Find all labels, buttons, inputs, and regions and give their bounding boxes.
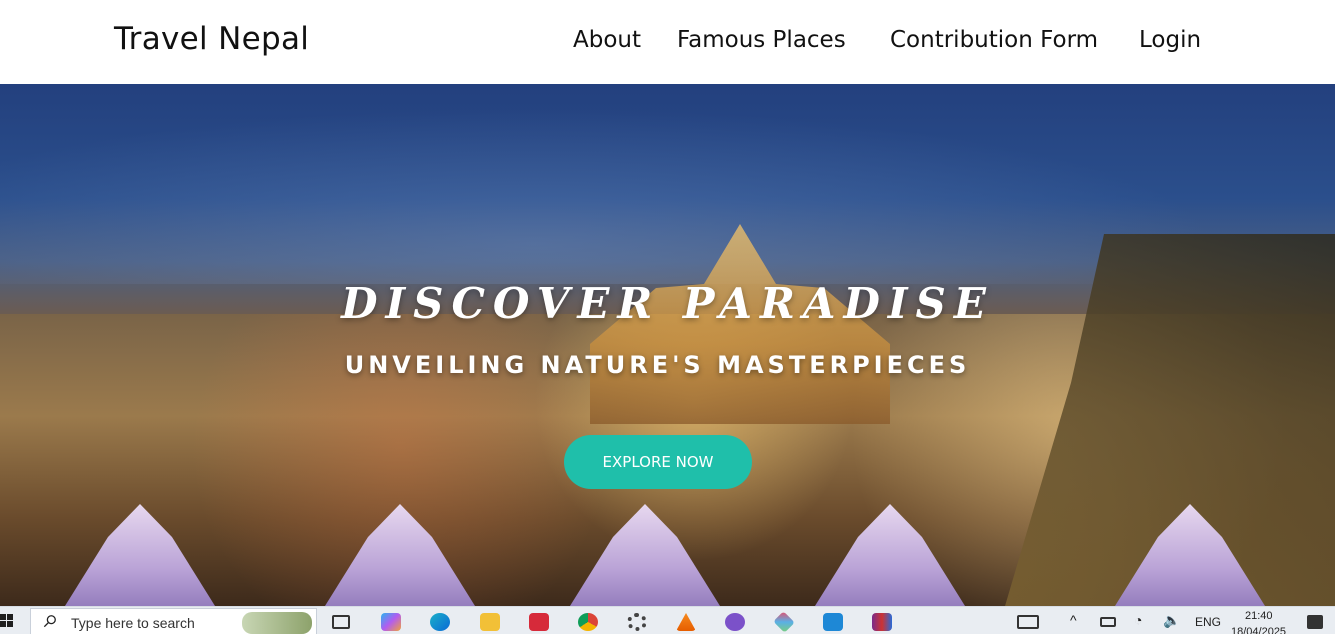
- site-brand[interactable]: Travel Nepal: [114, 21, 309, 57]
- battery-icon[interactable]: [1100, 617, 1116, 627]
- task-view-icon[interactable]: [332, 615, 350, 629]
- windows-taskbar: Type here to search ^ ◔ 🔈 ENG 21:40 18/0…: [0, 606, 1335, 634]
- volume-icon[interactable]: 🔈: [1163, 612, 1180, 629]
- hero-title: DISCOVER PARADISE: [341, 279, 994, 328]
- search-highlight-image: [242, 612, 312, 634]
- nav-about[interactable]: About: [573, 27, 641, 53]
- clock-date[interactable]: 18/04/2025: [1231, 626, 1286, 634]
- taskbar-search-box[interactable]: Type here to search: [30, 608, 317, 634]
- wifi-icon[interactable]: ◔: [1134, 612, 1142, 628]
- nav-contribution-form[interactable]: Contribution Form: [890, 27, 1098, 53]
- clock-time[interactable]: 21:40: [1245, 610, 1273, 622]
- explore-now-button[interactable]: EXPLORE NOW: [564, 435, 752, 489]
- file-explorer-icon[interactable]: [480, 613, 500, 631]
- copilot-icon[interactable]: [381, 613, 401, 631]
- chevron-up-icon[interactable]: ^: [1070, 612, 1077, 628]
- hero-subtitle: UNVEILING NATURE'S MASTERPIECES: [344, 351, 971, 379]
- nav-famous-places[interactable]: Famous Places: [677, 27, 846, 53]
- language-indicator[interactable]: ENG: [1195, 615, 1221, 629]
- nav-login[interactable]: Login: [1139, 27, 1201, 53]
- windows-start-icon[interactable]: [0, 614, 14, 628]
- viber-icon[interactable]: [725, 613, 745, 631]
- winrar-icon[interactable]: [872, 613, 892, 631]
- settings-icon[interactable]: [627, 613, 647, 631]
- edge-icon[interactable]: [430, 613, 450, 631]
- search-placeholder: Type here to search: [71, 615, 195, 631]
- notifications-icon[interactable]: [1307, 615, 1323, 629]
- site-header: Travel Nepal About Famous Places Contrib…: [0, 0, 1335, 84]
- vscode-icon[interactable]: [823, 613, 843, 631]
- media-icon[interactable]: [529, 613, 549, 631]
- app-icon[interactable]: [773, 611, 795, 633]
- chrome-icon[interactable]: [578, 613, 598, 631]
- search-icon: [43, 615, 56, 628]
- hero-banner: DISCOVER PARADISE UNVEILING NATURE'S MAS…: [0, 84, 1335, 606]
- vlc-icon[interactable]: [676, 613, 696, 631]
- news-widget-icon[interactable]: [1017, 615, 1039, 629]
